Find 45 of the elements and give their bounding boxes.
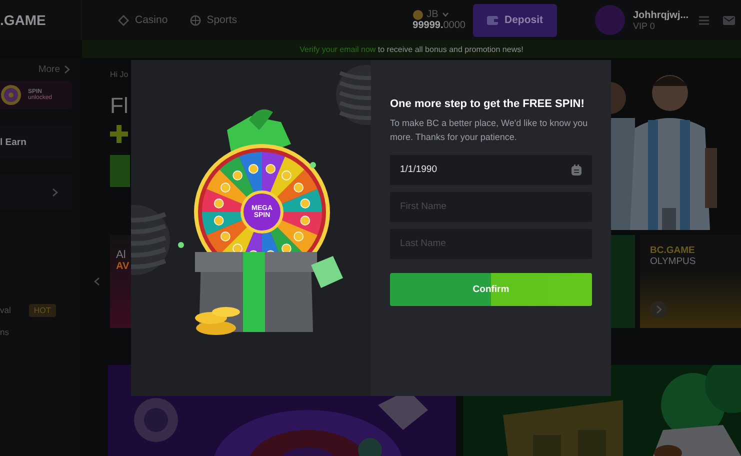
balance-amount: 99999.0000 <box>412 20 466 31</box>
verify-link[interactable]: Verify your email now <box>300 44 376 54</box>
notice-text: Verify your email now to receive all bonus and promotion news! <box>300 44 524 54</box>
promo-card[interactable] <box>611 235 635 328</box>
sidebar-item[interactable] <box>0 175 72 209</box>
caret-icon[interactable] <box>442 12 450 17</box>
headline-text: Fl <box>110 93 128 119</box>
ball-icon <box>190 14 201 26</box>
next-button[interactable] <box>650 301 667 318</box>
coin-icon <box>412 10 423 20</box>
mail-icon[interactable] <box>723 16 735 24</box>
promo-title: OLYMPUS <box>650 256 697 267</box>
menu-icon[interactable] <box>699 16 709 24</box>
promo-subtitle: AV <box>116 261 130 272</box>
calendar-icon[interactable] <box>571 164 582 176</box>
currency-label[interactable]: JB <box>426 9 438 20</box>
wheel-icon <box>0 84 22 106</box>
plus-icon <box>110 125 128 143</box>
cta-button[interactable] <box>110 155 130 187</box>
wallet-icon <box>487 15 498 25</box>
logo-text[interactable]: .GAME <box>0 12 46 28</box>
vip-level: VIP 0 <box>633 20 656 30</box>
chevron-left-icon <box>94 277 100 286</box>
diamond-icon <box>118 14 129 26</box>
chevron-right-icon <box>656 305 662 314</box>
nav-link[interactable]: Casino <box>118 14 168 26</box>
hot-badge: HOT <box>28 304 56 316</box>
promo-title: Al <box>116 249 127 261</box>
user-name[interactable]: Johhrqjwj... <box>633 10 691 20</box>
promo-card[interactable]: BC.GAME OLYMPUS <box>640 235 741 328</box>
confirm-button[interactable]: Confirm <box>390 272 592 306</box>
promo-brand: BC.GAME <box>650 245 696 256</box>
birthdate-field[interactable]: 1/1/1990 <box>390 154 592 185</box>
sidebar-link[interactable]: ns <box>0 327 9 337</box>
sidebar-item[interactable]: l Earn <box>0 125 72 159</box>
avatar[interactable] <box>595 5 625 35</box>
dialog-description: To make BC a better place, We'd like to know you more. Thanks for your patience. <box>390 117 589 144</box>
greeting-text: Hi Jo <box>110 70 128 79</box>
dialog-title: One more step to get the FREE SPIN! <box>390 98 586 110</box>
deposit-button[interactable]: Deposit <box>473 4 557 36</box>
more-link[interactable]: More <box>38 64 70 75</box>
sidebar-link[interactable]: val <box>0 305 11 315</box>
nav-link[interactable]: Sports <box>190 14 238 26</box>
chevron-right-icon <box>64 65 70 74</box>
chevron-right-icon <box>52 188 58 196</box>
